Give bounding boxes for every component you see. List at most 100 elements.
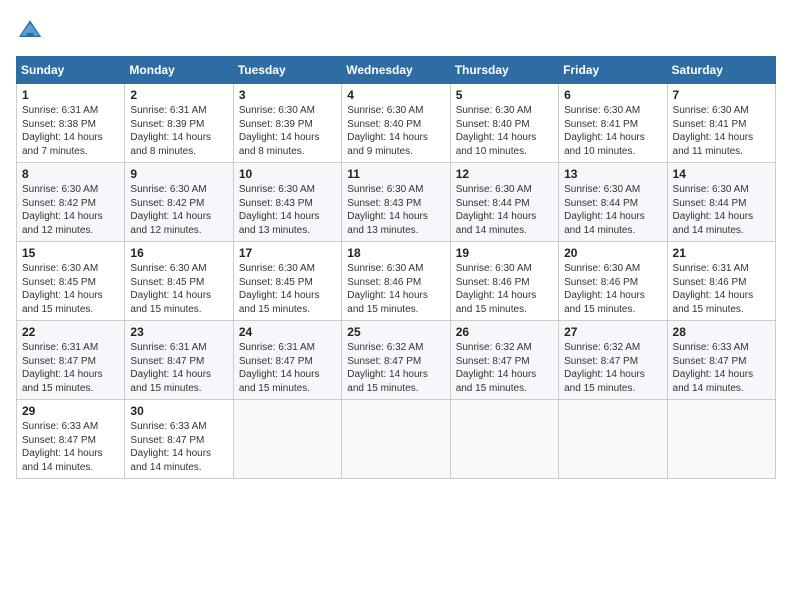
- sunset-text: Sunset: 8:47 PM: [564, 356, 638, 367]
- day-detail: Sunrise: 6:30 AM Sunset: 8:40 PM Dayligh…: [456, 104, 553, 158]
- calendar-cell: 28Sunrise: 6:33 AM Sunset: 8:47 PM Dayli…: [667, 321, 775, 400]
- day-detail: Sunrise: 6:33 AM Sunset: 8:47 PM Dayligh…: [673, 341, 770, 395]
- calendar-cell: 22Sunrise: 6:31 AM Sunset: 8:47 PM Dayli…: [17, 321, 125, 400]
- sunset-text: Sunset: 8:45 PM: [22, 277, 96, 288]
- day-number: 7: [673, 88, 770, 102]
- calendar-header-row: SundayMondayTuesdayWednesdayThursdayFrid…: [17, 57, 776, 84]
- daylight-text: Daylight: 14 hours and 10 minutes.: [564, 132, 645, 157]
- sunrise-text: Sunrise: 6:30 AM: [456, 184, 532, 195]
- sunset-text: Sunset: 8:47 PM: [130, 356, 204, 367]
- daylight-text: Daylight: 14 hours and 14 minutes.: [673, 211, 754, 236]
- day-number: 1: [22, 88, 119, 102]
- sunset-text: Sunset: 8:40 PM: [347, 119, 421, 130]
- sunrise-text: Sunrise: 6:32 AM: [564, 342, 640, 353]
- sunset-text: Sunset: 8:47 PM: [347, 356, 421, 367]
- daylight-text: Daylight: 14 hours and 15 minutes.: [564, 369, 645, 394]
- day-number: 10: [239, 167, 336, 181]
- sunset-text: Sunset: 8:38 PM: [22, 119, 96, 130]
- day-number: 14: [673, 167, 770, 181]
- day-number: 16: [130, 246, 227, 260]
- sunset-text: Sunset: 8:42 PM: [130, 198, 204, 209]
- sunset-text: Sunset: 8:47 PM: [239, 356, 313, 367]
- sunrise-text: Sunrise: 6:31 AM: [130, 105, 206, 116]
- sunrise-text: Sunrise: 6:30 AM: [456, 105, 532, 116]
- calendar-cell: 18Sunrise: 6:30 AM Sunset: 8:46 PM Dayli…: [342, 242, 450, 321]
- daylight-text: Daylight: 14 hours and 9 minutes.: [347, 132, 428, 157]
- sunrise-text: Sunrise: 6:31 AM: [239, 342, 315, 353]
- daylight-text: Daylight: 14 hours and 15 minutes.: [22, 369, 103, 394]
- daylight-text: Daylight: 14 hours and 8 minutes.: [239, 132, 320, 157]
- sunrise-text: Sunrise: 6:30 AM: [130, 263, 206, 274]
- header-tuesday: Tuesday: [233, 57, 341, 84]
- daylight-text: Daylight: 14 hours and 15 minutes.: [456, 369, 537, 394]
- day-detail: Sunrise: 6:31 AM Sunset: 8:47 PM Dayligh…: [22, 341, 119, 395]
- daylight-text: Daylight: 14 hours and 8 minutes.: [130, 132, 211, 157]
- sunset-text: Sunset: 8:46 PM: [673, 277, 747, 288]
- calendar-cell: [450, 400, 558, 479]
- day-number: 19: [456, 246, 553, 260]
- daylight-text: Daylight: 14 hours and 15 minutes.: [22, 290, 103, 315]
- calendar-cell: [342, 400, 450, 479]
- calendar-cell: 15Sunrise: 6:30 AM Sunset: 8:45 PM Dayli…: [17, 242, 125, 321]
- day-detail: Sunrise: 6:30 AM Sunset: 8:44 PM Dayligh…: [673, 183, 770, 237]
- sunrise-text: Sunrise: 6:30 AM: [456, 263, 532, 274]
- sunset-text: Sunset: 8:42 PM: [22, 198, 96, 209]
- day-detail: Sunrise: 6:32 AM Sunset: 8:47 PM Dayligh…: [564, 341, 661, 395]
- day-number: 20: [564, 246, 661, 260]
- calendar-table: SundayMondayTuesdayWednesdayThursdayFrid…: [16, 56, 776, 479]
- day-number: 4: [347, 88, 444, 102]
- day-number: 21: [673, 246, 770, 260]
- day-number: 12: [456, 167, 553, 181]
- header-sunday: Sunday: [17, 57, 125, 84]
- calendar-cell: 21Sunrise: 6:31 AM Sunset: 8:46 PM Dayli…: [667, 242, 775, 321]
- daylight-text: Daylight: 14 hours and 14 minutes.: [456, 211, 537, 236]
- header-thursday: Thursday: [450, 57, 558, 84]
- sunset-text: Sunset: 8:46 PM: [456, 277, 530, 288]
- day-detail: Sunrise: 6:30 AM Sunset: 8:42 PM Dayligh…: [22, 183, 119, 237]
- sunrise-text: Sunrise: 6:30 AM: [347, 184, 423, 195]
- sunrise-text: Sunrise: 6:30 AM: [347, 263, 423, 274]
- day-detail: Sunrise: 6:30 AM Sunset: 8:44 PM Dayligh…: [564, 183, 661, 237]
- sunrise-text: Sunrise: 6:30 AM: [564, 105, 640, 116]
- header-monday: Monday: [125, 57, 233, 84]
- day-number: 8: [22, 167, 119, 181]
- sunrise-text: Sunrise: 6:31 AM: [22, 105, 98, 116]
- daylight-text: Daylight: 14 hours and 12 minutes.: [22, 211, 103, 236]
- sunrise-text: Sunrise: 6:30 AM: [673, 105, 749, 116]
- sunrise-text: Sunrise: 6:30 AM: [564, 263, 640, 274]
- day-detail: Sunrise: 6:31 AM Sunset: 8:47 PM Dayligh…: [130, 341, 227, 395]
- daylight-text: Daylight: 14 hours and 12 minutes.: [130, 211, 211, 236]
- calendar-cell: 24Sunrise: 6:31 AM Sunset: 8:47 PM Dayli…: [233, 321, 341, 400]
- day-detail: Sunrise: 6:30 AM Sunset: 8:46 PM Dayligh…: [456, 262, 553, 316]
- sunset-text: Sunset: 8:47 PM: [22, 356, 96, 367]
- sunrise-text: Sunrise: 6:30 AM: [564, 184, 640, 195]
- calendar-cell: 5 Sunrise: 6:30 AM Sunset: 8:40 PM Daylig…: [450, 84, 558, 163]
- daylight-text: Daylight: 14 hours and 15 minutes.: [456, 290, 537, 315]
- sunset-text: Sunset: 8:40 PM: [456, 119, 530, 130]
- day-detail: Sunrise: 6:30 AM Sunset: 8:42 PM Dayligh…: [130, 183, 227, 237]
- daylight-text: Daylight: 14 hours and 14 minutes.: [130, 448, 211, 473]
- daylight-text: Daylight: 14 hours and 15 minutes.: [239, 369, 320, 394]
- calendar-cell: 26Sunrise: 6:32 AM Sunset: 8:47 PM Dayli…: [450, 321, 558, 400]
- day-number: 13: [564, 167, 661, 181]
- sunset-text: Sunset: 8:47 PM: [673, 356, 747, 367]
- day-number: 30: [130, 404, 227, 418]
- logo: [16, 16, 48, 44]
- calendar-cell: 10Sunrise: 6:30 AM Sunset: 8:43 PM Dayli…: [233, 163, 341, 242]
- day-detail: Sunrise: 6:33 AM Sunset: 8:47 PM Dayligh…: [130, 420, 227, 474]
- sunset-text: Sunset: 8:47 PM: [22, 435, 96, 446]
- daylight-text: Daylight: 14 hours and 7 minutes.: [22, 132, 103, 157]
- daylight-text: Daylight: 14 hours and 15 minutes.: [130, 369, 211, 394]
- calendar-cell: 17Sunrise: 6:30 AM Sunset: 8:45 PM Dayli…: [233, 242, 341, 321]
- sunset-text: Sunset: 8:43 PM: [347, 198, 421, 209]
- day-detail: Sunrise: 6:30 AM Sunset: 8:44 PM Dayligh…: [456, 183, 553, 237]
- day-detail: Sunrise: 6:32 AM Sunset: 8:47 PM Dayligh…: [456, 341, 553, 395]
- sunset-text: Sunset: 8:46 PM: [564, 277, 638, 288]
- day-number: 2: [130, 88, 227, 102]
- day-number: 23: [130, 325, 227, 339]
- calendar-cell: [233, 400, 341, 479]
- sunrise-text: Sunrise: 6:31 AM: [130, 342, 206, 353]
- day-number: 5: [456, 88, 553, 102]
- calendar-cell: [667, 400, 775, 479]
- sunrise-text: Sunrise: 6:30 AM: [22, 263, 98, 274]
